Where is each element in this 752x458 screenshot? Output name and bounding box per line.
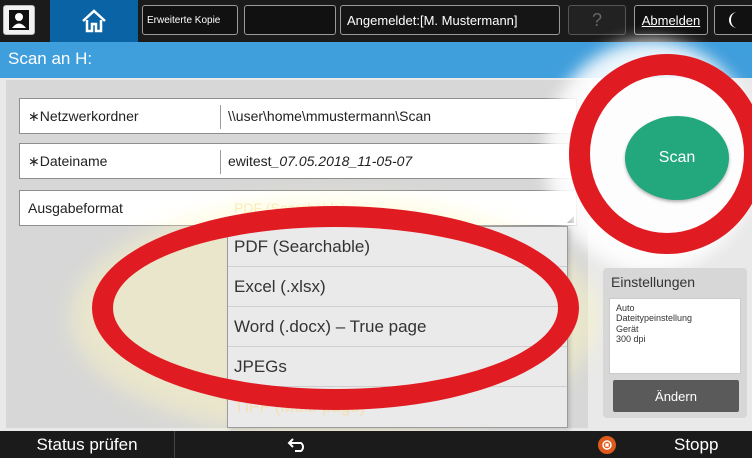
filename-field[interactable]: ∗Dateiname ewitest_07.05.2018_11-05-07 bbox=[19, 143, 577, 179]
bottom-bar: Status prüfen Stopp bbox=[0, 431, 752, 458]
stop-label: Stopp bbox=[674, 434, 719, 454]
annotation-circle bbox=[569, 54, 752, 254]
advanced-copy-button[interactable]: Erweiterte Kopie bbox=[142, 5, 238, 35]
change-settings-button[interactable]: Ändern bbox=[613, 380, 739, 412]
top-bar: Erweiterte Kopie Angemeldet:[M. Musterma… bbox=[0, 0, 752, 42]
settings-title: Einstellungen bbox=[611, 274, 696, 290]
filename-prefix: ewitest bbox=[228, 153, 272, 169]
back-button[interactable] bbox=[278, 431, 318, 458]
filename-label: ∗Dateiname bbox=[28, 153, 108, 169]
home-button[interactable] bbox=[50, 0, 138, 42]
settings-line: Gerät bbox=[616, 323, 639, 334]
user-button[interactable] bbox=[3, 5, 35, 35]
output-format-label: Ausgabeformat bbox=[28, 200, 123, 216]
check-status-button[interactable]: Status prüfen bbox=[0, 431, 175, 458]
network-folder-field[interactable]: ∗Netzwerkordner \\user\home\mmustermann\… bbox=[19, 98, 577, 134]
home-icon bbox=[82, 9, 106, 33]
help-button[interactable]: ? bbox=[568, 5, 626, 35]
energy-save-button[interactable] bbox=[714, 5, 752, 35]
network-folder-value: \\user\home\mmustermann\Scan bbox=[228, 108, 432, 124]
settings-line: 300 dpi bbox=[616, 334, 646, 345]
stop-icon bbox=[598, 435, 616, 454]
annotation-circle bbox=[92, 206, 579, 410]
user-icon bbox=[9, 10, 29, 30]
settings-summary: Auto Dateitypeinstellung Gerät 300 dpi bbox=[609, 298, 741, 374]
logout-button[interactable]: Abmelden bbox=[634, 5, 708, 35]
settings-card: Einstellungen Auto Dateitypeinstellung G… bbox=[603, 268, 747, 418]
filename-suffix: _07.05.2018_11-05-07 bbox=[271, 153, 413, 169]
settings-line: Auto bbox=[616, 303, 635, 313]
network-folder-label: ∗Netzwerkordner bbox=[28, 108, 139, 124]
moon-icon bbox=[729, 12, 737, 28]
field-separator bbox=[220, 105, 221, 129]
empty-slot-button[interactable] bbox=[244, 5, 336, 35]
back-arrow-icon bbox=[287, 437, 304, 452]
logged-in-status: Angemeldet:[M. Mustermann] bbox=[340, 5, 560, 35]
settings-line: Dateitypeinstellung bbox=[616, 313, 693, 324]
stop-button[interactable]: Stopp bbox=[586, 431, 752, 458]
filename-value: ewitest_07.05.2018_11-05-07 bbox=[228, 153, 412, 169]
field-separator bbox=[220, 150, 221, 174]
